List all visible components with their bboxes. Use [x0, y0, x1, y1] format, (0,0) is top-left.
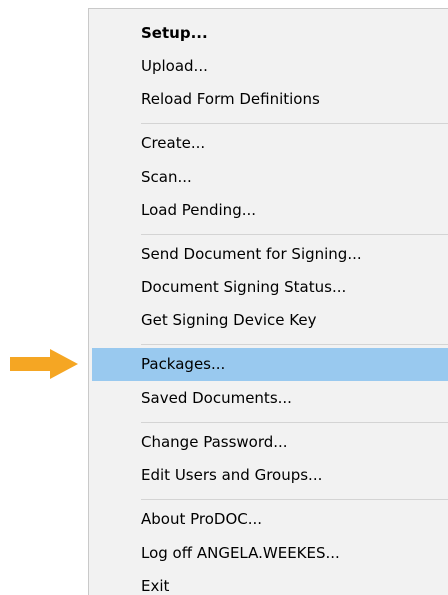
menu-separator: [141, 234, 448, 235]
menu-separator: [141, 499, 448, 500]
menu-item-change-password[interactable]: Change Password...: [92, 426, 448, 459]
menu-item-document-signing-status[interactable]: Document Signing Status...: [92, 271, 448, 304]
arrow-right-icon: [10, 349, 78, 379]
menu-separator: [141, 344, 448, 345]
menu-item-setup[interactable]: Setup...: [92, 17, 448, 50]
menu-item-upload[interactable]: Upload...: [92, 50, 448, 83]
menu-item-reload-form-definitions[interactable]: Reload Form Definitions: [92, 83, 448, 116]
menu-item-get-signing-device-key[interactable]: Get Signing Device Key: [92, 304, 448, 337]
menu-item-packages[interactable]: Packages...: [92, 348, 448, 381]
menu-item-exit[interactable]: Exit: [92, 570, 448, 595]
menu-separator: [141, 123, 448, 124]
menu-item-saved-documents[interactable]: Saved Documents...: [92, 382, 448, 415]
menu-item-create[interactable]: Create...: [92, 127, 448, 160]
menu-separator: [141, 422, 448, 423]
context-menu: Setup... Upload... Reload Form Definitio…: [88, 8, 448, 595]
menu-item-log-off[interactable]: Log off ANGELA.WEEKES...: [92, 537, 448, 570]
menu-item-about-prodoc[interactable]: About ProDOC...: [92, 503, 448, 536]
menu-item-send-document-for-signing[interactable]: Send Document for Signing...: [92, 238, 448, 271]
menu-item-edit-users-and-groups[interactable]: Edit Users and Groups...: [92, 459, 448, 492]
menu-item-load-pending[interactable]: Load Pending...: [92, 194, 448, 227]
menu-item-scan[interactable]: Scan...: [92, 161, 448, 194]
